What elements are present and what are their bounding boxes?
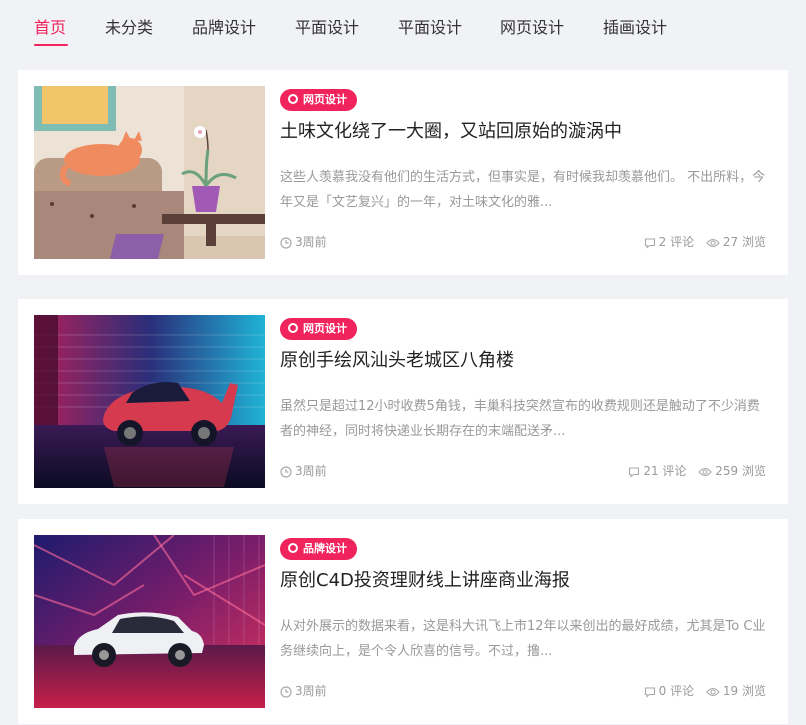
post-stats: 2 评论 27 浏览 — [644, 234, 766, 250]
tab-illustration-design[interactable]: 插画设计 — [603, 17, 667, 39]
view-count-text: 259 浏览 — [715, 464, 766, 478]
post-time-text: 3周前 — [295, 464, 327, 478]
comment-count-text: 2 评论 — [658, 235, 695, 249]
circle-icon — [288, 94, 298, 104]
tab-graphic-design-2[interactable]: 平面设计 — [398, 17, 462, 39]
cat-on-sofa-illustration — [34, 86, 265, 259]
view-count-text: 27 浏览 — [722, 235, 766, 249]
post-card[interactable]: 网页设计 原创手绘风汕头老城区八角楼 虽然只是超过12小时收费5角钱，丰巢科技突… — [18, 299, 788, 504]
post-stats: 0 评论 19 浏览 — [644, 683, 766, 699]
view-count: 19 浏览 — [706, 683, 766, 699]
tab-home[interactable]: 首页 — [34, 17, 66, 39]
neon-sports-car-image — [34, 315, 265, 488]
post-title[interactable]: 原创手绘风汕头老城区八角楼 — [280, 348, 514, 374]
eye-icon — [706, 238, 720, 248]
post-excerpt: 虽然只是超过12小时收费5角钱，丰巢科技突然宣布的收费规则还是触动了不少消费者的… — [280, 399, 760, 439]
circle-icon — [288, 543, 298, 553]
comment-count-text: 21 评论 — [643, 464, 687, 478]
neon-suv-image — [34, 535, 265, 708]
comment-count[interactable]: 2 评论 — [644, 234, 694, 250]
view-count-text: 19 浏览 — [722, 684, 766, 698]
category-label: 网页设计 — [303, 322, 347, 335]
view-count: 27 浏览 — [706, 234, 766, 250]
active-tab-indicator — [34, 44, 68, 46]
view-count: 259 浏览 — [698, 463, 766, 479]
eye-icon — [706, 687, 720, 697]
post-thumbnail[interactable] — [34, 86, 265, 259]
category-label: 网页设计 — [303, 93, 347, 106]
post-title[interactable]: 土味文化绕了一大圈，又站回原始的漩涡中 — [280, 119, 622, 145]
comment-count-text: 0 评论 — [658, 684, 695, 698]
comment-count[interactable]: 0 评论 — [644, 683, 694, 699]
category-badge[interactable]: 网页设计 — [280, 89, 357, 111]
clock-icon — [280, 466, 292, 478]
post-thumbnail[interactable] — [34, 315, 265, 488]
comment-icon — [644, 687, 655, 698]
category-label: 品牌设计 — [303, 542, 347, 555]
post-thumbnail[interactable] — [34, 535, 265, 708]
post-title[interactable]: 原创C4D投资理财线上讲座商业海报 — [280, 568, 570, 594]
post-time-text: 3周前 — [295, 684, 327, 698]
clock-icon — [280, 686, 292, 698]
comment-count[interactable]: 21 评论 — [628, 463, 686, 479]
post-card[interactable]: 品牌设计 原创C4D投资理财线上讲座商业海报 从对外展示的数据来看，这是科大讯飞… — [18, 519, 788, 724]
tab-brand-design[interactable]: 品牌设计 — [192, 17, 256, 39]
comment-icon — [644, 238, 655, 249]
category-tabs: 首页 未分类 品牌设计 平面设计 平面设计 网页设计 插画设计 — [0, 0, 806, 56]
category-badge[interactable]: 网页设计 — [280, 318, 357, 340]
tab-web-design[interactable]: 网页设计 — [500, 17, 564, 39]
post-excerpt: 从对外展示的数据来看，这是科大讯飞上市12年以来创出的最好成绩，尤其是To C业… — [280, 619, 766, 659]
post-time-text: 3周前 — [295, 235, 327, 249]
post-excerpt: 这些人羡慕我没有他们的生活方式，但事实是，有时候我却羡慕他们。 不出所料，今年又… — [280, 170, 766, 210]
eye-icon — [698, 467, 712, 477]
post-time: 3周前 — [280, 683, 327, 699]
post-stats: 21 评论 259 浏览 — [628, 463, 766, 479]
post-card[interactable]: 网页设计 土味文化绕了一大圈，又站回原始的漩涡中 这些人羡慕我没有他们的生活方式… — [18, 70, 788, 275]
clock-icon — [280, 237, 292, 249]
circle-icon — [288, 323, 298, 333]
post-time: 3周前 — [280, 463, 327, 479]
category-badge[interactable]: 品牌设计 — [280, 538, 357, 560]
tab-uncategorized[interactable]: 未分类 — [105, 17, 153, 39]
post-time: 3周前 — [280, 234, 327, 250]
comment-icon — [629, 467, 640, 478]
tab-graphic-design[interactable]: 平面设计 — [295, 17, 359, 39]
